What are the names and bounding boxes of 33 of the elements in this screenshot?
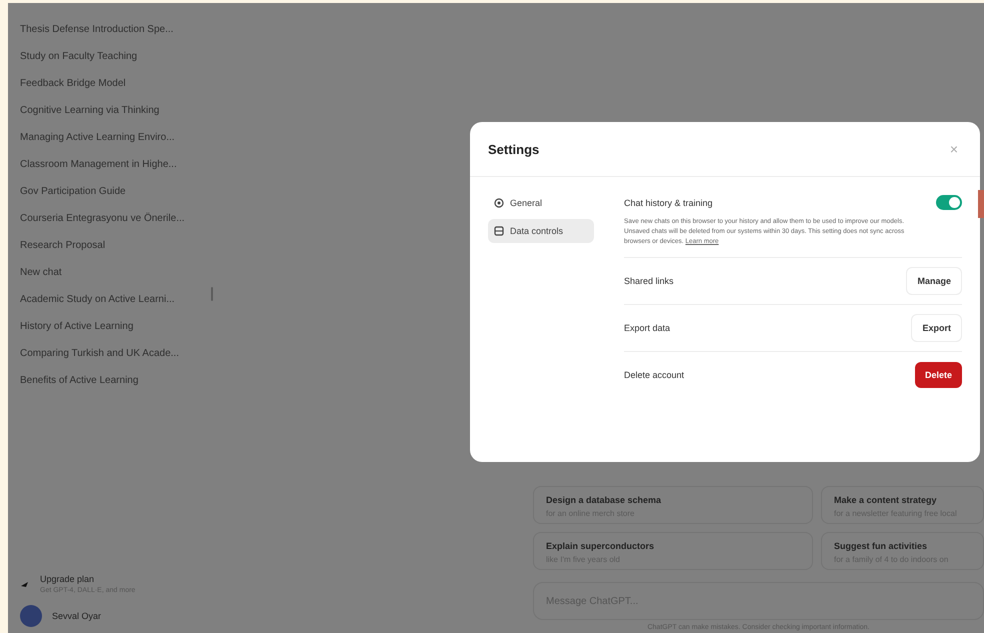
- action-button[interactable]: Manage: [906, 267, 962, 295]
- action-button[interactable]: Export: [911, 314, 962, 342]
- chat-history-item[interactable]: Gov Participation Guide: [20, 185, 213, 212]
- user-avatar[interactable]: [20, 605, 42, 627]
- setting-label: Chat history & training: [624, 198, 713, 208]
- settings-tab[interactable]: Data controls: [488, 219, 594, 243]
- chat-history-item[interactable]: Study on Faculty Teaching: [20, 50, 213, 77]
- history-toggle[interactable]: [936, 195, 962, 210]
- setting-label: Shared links: [624, 276, 674, 286]
- chat-history-item[interactable]: Classroom Management in Highe...: [20, 158, 213, 185]
- chat-history-item[interactable]: Managing Active Learning Enviro...: [20, 131, 213, 158]
- chat-history-item[interactable]: Feedback Bridge Model: [20, 77, 213, 104]
- user-name[interactable]: Sevval Oyar: [52, 611, 102, 621]
- database-icon: [494, 226, 504, 236]
- gear-icon: [494, 198, 504, 208]
- chat-history-item[interactable]: New chat: [20, 266, 213, 293]
- chat-history-item[interactable]: Academic Study on Active Learni...: [20, 293, 213, 320]
- settings-tab[interactable]: General: [488, 191, 594, 215]
- setting-label: Export data: [624, 323, 670, 333]
- delete-button[interactable]: Delete: [914, 362, 962, 388]
- chat-history-item[interactable]: Thesis Defense Introduction Spe...: [20, 23, 213, 50]
- sidebar-handle[interactable]: [211, 287, 213, 301]
- chat-history-item[interactable]: Research Proposal: [20, 239, 213, 266]
- setting-label: Delete account: [624, 370, 684, 380]
- chat-history-item[interactable]: Benefits of Active Learning: [20, 374, 213, 401]
- chat-history-item[interactable]: Courseria Entegrasyonu ve Önerile...: [20, 212, 213, 239]
- upgrade-plan-title[interactable]: Upgrade plan: [40, 574, 136, 585]
- close-button[interactable]: ×: [946, 141, 962, 157]
- chat-history-item[interactable]: History of Active Learning: [20, 320, 213, 347]
- chat-history-item[interactable]: Cognitive Learning via Thinking: [20, 104, 213, 131]
- chat-history-item[interactable]: Comparing Turkish and UK Acade...: [20, 347, 213, 374]
- edge-marker: [978, 190, 984, 218]
- dialog-title: Settings: [488, 142, 540, 156]
